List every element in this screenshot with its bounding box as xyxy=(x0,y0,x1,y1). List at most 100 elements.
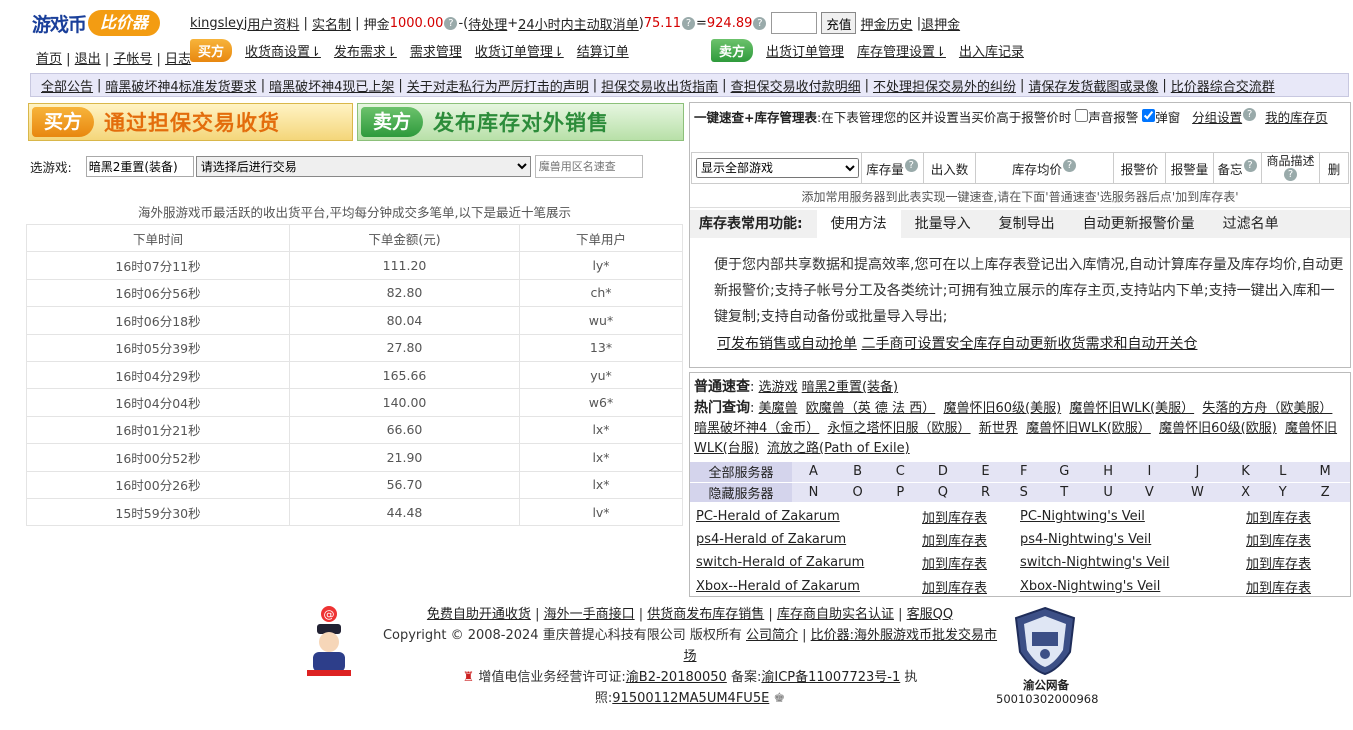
add-to-inventory-link[interactable]: 加到库存表 xyxy=(922,530,1020,549)
letter-button[interactable]: E xyxy=(965,462,1006,483)
letter-button[interactable]: Z xyxy=(1300,482,1350,503)
letter-button[interactable]: B xyxy=(835,462,881,483)
deposit-history-link[interactable]: 押金历史 xyxy=(861,14,913,33)
hot-game-link[interactable]: 魔兽怀旧WLK(美服） xyxy=(1069,401,1194,416)
buyer-menu-item[interactable]: 收货商设置⇂ xyxy=(245,41,321,60)
pending-link[interactable]: 待处理 xyxy=(468,14,507,33)
hot-game-link[interactable]: 新世界 xyxy=(979,421,1018,436)
server-link[interactable]: switch-Herald of Zakarum xyxy=(696,555,922,570)
letter-button[interactable]: J xyxy=(1169,462,1226,483)
nav-subaccount[interactable]: 子帐号 xyxy=(113,52,152,67)
add-to-inventory-link[interactable]: 加到库存表 xyxy=(1246,507,1311,526)
notice-link[interactable]: 担保交易收出货指南 xyxy=(601,76,718,95)
hot-game-link[interactable]: 魔兽怀旧WLK(欧服） xyxy=(1026,421,1151,436)
buyer-menu-item[interactable]: 收货订单管理⇂ xyxy=(475,41,564,60)
help-icon[interactable]: ? xyxy=(1243,108,1257,121)
footer-link[interactable]: 客服QQ xyxy=(907,607,953,622)
current-game-link[interactable]: 暗黑2重置(装备) xyxy=(802,380,898,395)
buyer-menu-item[interactable]: 发布需求⇂ xyxy=(334,41,397,60)
add-to-inventory-link[interactable]: 加到库存表 xyxy=(1246,577,1311,596)
letter-button[interactable]: W xyxy=(1169,482,1226,503)
add-to-inventory-link[interactable]: 加到库存表 xyxy=(922,507,1020,526)
license-link[interactable]: 渝B2-20180050 xyxy=(626,670,727,685)
help-icon[interactable]: ? xyxy=(681,16,695,30)
my-inventory-link[interactable]: 我的库存页 xyxy=(1265,110,1328,125)
buyer-menu-item[interactable]: 需求管理 xyxy=(410,41,462,60)
select-game-link[interactable]: 选游戏 xyxy=(759,380,798,395)
letter-button[interactable]: H xyxy=(1086,462,1130,483)
letter-button[interactable]: I xyxy=(1129,462,1170,483)
hot-game-link[interactable]: 流放之路(Path of Exile) xyxy=(767,441,910,456)
notice-link[interactable]: 暗黑破坏神4现已上架 xyxy=(269,76,394,95)
letter-button[interactable]: L xyxy=(1265,462,1301,483)
game-input[interactable] xyxy=(85,156,194,177)
help-icon[interactable]: ? xyxy=(904,158,918,172)
letter-button[interactable]: Y xyxy=(1265,482,1301,503)
notice-link[interactable]: 不处理担保交易外的纠纷 xyxy=(873,76,1016,95)
hidden-servers-button[interactable]: 隐藏服务器 xyxy=(690,482,792,503)
trade-select[interactable]: 请选择后进行交易 xyxy=(195,156,531,177)
server-link[interactable]: PC-Nightwing's Veil xyxy=(1020,509,1246,524)
hot-game-link[interactable]: 欧魔兽（英 德 法 西） xyxy=(806,401,935,416)
site-logo[interactable]: 游戏币 比价器 xyxy=(32,8,180,38)
refund-deposit-link[interactable]: 退押金 xyxy=(921,14,960,33)
all-servers-button[interactable]: 全部服务器 xyxy=(690,462,792,483)
help-icon[interactable]: ? xyxy=(444,16,458,30)
server-link[interactable]: PC-Herald of Zakarum xyxy=(696,509,922,524)
server-link[interactable]: Xbox--Herald of Zakarum xyxy=(696,579,922,594)
letter-button[interactable]: S xyxy=(1005,482,1042,503)
notice-link[interactable]: 请保存发货截图或录像 xyxy=(1028,76,1158,95)
hot-game-link[interactable]: 暗黑破坏神4（金币） xyxy=(694,421,819,436)
seller-menu-item[interactable]: 出入库记录 xyxy=(959,41,1024,60)
letter-button[interactable]: R xyxy=(965,482,1006,503)
tab-filter-list[interactable]: 过滤名单 xyxy=(1209,210,1293,238)
letter-button[interactable]: Q xyxy=(920,482,966,503)
letter-button[interactable]: O xyxy=(835,482,881,503)
notice-link[interactable]: 比价器综合交流群 xyxy=(1171,76,1275,95)
server-search-input[interactable] xyxy=(534,155,643,178)
realname-link[interactable]: 实名制 xyxy=(312,14,351,33)
add-to-inventory-link[interactable]: 加到库存表 xyxy=(1246,530,1311,549)
hot-game-link[interactable]: 失落的方舟（欧美服） xyxy=(1202,401,1332,416)
icp-link[interactable]: 渝ICP备11007723号-1 xyxy=(761,670,900,685)
letter-button[interactable]: V xyxy=(1129,482,1170,503)
recharge-input[interactable] xyxy=(771,12,818,34)
buy-banner[interactable]: 买方 通过担保交易收货 xyxy=(28,103,353,141)
popup-checkbox[interactable] xyxy=(1142,109,1156,122)
letter-button[interactable]: N xyxy=(792,482,835,503)
notice-link[interactable]: 暗黑破坏神4标准发货要求 xyxy=(105,76,256,95)
letter-button[interactable]: F xyxy=(1005,462,1042,483)
footer-link[interactable]: 供货商发布库存销售 xyxy=(647,607,764,622)
letter-button[interactable]: T xyxy=(1041,482,1087,503)
company-intro-link[interactable]: 公司简介 xyxy=(746,628,798,643)
add-to-inventory-link[interactable]: 加到库存表 xyxy=(922,577,1020,596)
sell-banner[interactable]: 卖方 发布库存对外销售 xyxy=(357,103,684,141)
letter-button[interactable]: M xyxy=(1300,462,1350,483)
hot-game-link[interactable]: 永恒之塔怀旧服（欧服） xyxy=(828,421,971,436)
letter-button[interactable]: P xyxy=(880,482,921,503)
footer-link[interactable]: 库存商自助实名认证 xyxy=(777,607,894,622)
letter-button[interactable]: G xyxy=(1041,462,1087,483)
cyber-police-icon[interactable]: @ xyxy=(305,604,353,678)
add-to-inventory-link[interactable]: 加到库存表 xyxy=(922,553,1020,572)
tab-copy-export[interactable]: 复制导出 xyxy=(985,210,1069,238)
help-icon[interactable]: ? xyxy=(1243,158,1257,172)
username-link[interactable]: kingsleyj xyxy=(190,16,247,31)
notice-link[interactable]: 全部公告 xyxy=(41,76,93,95)
server-link[interactable]: ps4-Nightwing's Veil xyxy=(1020,532,1246,547)
tab-auto-update[interactable]: 自动更新报警价量 xyxy=(1069,210,1209,238)
hot-game-link[interactable]: 美魔兽 xyxy=(759,401,798,416)
nav-log[interactable]: 日志 xyxy=(165,52,191,67)
nav-home[interactable]: 首页 xyxy=(36,52,62,67)
server-link[interactable]: Xbox-Nightwing's Veil xyxy=(1020,579,1246,594)
nav-logout[interactable]: 退出 xyxy=(75,52,101,67)
profile-link[interactable]: 用户资料 xyxy=(247,14,299,33)
tab-usage[interactable]: 使用方法 xyxy=(816,210,901,238)
hot-game-link[interactable]: 魔兽怀旧60级(欧服) xyxy=(1159,421,1277,436)
server-link[interactable]: switch-Nightwing's Veil xyxy=(1020,555,1246,570)
publish-sale-link[interactable]: 可发布销售或自动抢单 xyxy=(717,336,857,352)
footer-link[interactable]: 海外一手商接口 xyxy=(544,607,635,622)
group-settings-link[interactable]: 分组设置 xyxy=(1192,110,1242,125)
letter-button[interactable]: D xyxy=(920,462,966,483)
second-hand-link[interactable]: 二手商可设置安全库存自动更新收货需求和自动开关仓 xyxy=(861,336,1197,352)
